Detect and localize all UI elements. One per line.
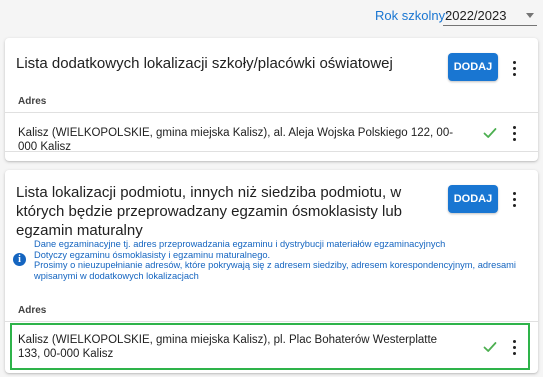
check-icon [483, 342, 497, 352]
column-header-address: Adres [18, 305, 47, 316]
more-vert-icon[interactable] [507, 123, 523, 143]
card-title: Lista dodatkowych lokalizacji szkoły/pla… [16, 55, 393, 72]
exam-locations-card: Lista lokalizacji podmiotu, innych niż s… [5, 170, 538, 373]
info-text: wpisanymi w dodatkowych lokalizacjach [34, 270, 199, 281]
school-year-value: 2022/2023 [445, 8, 507, 23]
address-cell: Kalisz (WIELKOPOLSKIE, gmina miejska Kal… [18, 334, 438, 360]
more-vert-icon[interactable] [507, 58, 523, 78]
divider [5, 151, 538, 152]
check-icon [483, 128, 497, 138]
school-year-select[interactable]: 2022/2023 [443, 4, 537, 26]
info-icon: i [13, 253, 26, 266]
add-exam-location-button[interactable]: DODAJ [448, 185, 498, 213]
card-title: Lista lokalizacji podmiotu, innych niż s… [16, 184, 403, 239]
chevron-down-icon [526, 13, 534, 18]
more-vert-icon[interactable] [507, 189, 523, 209]
school-year-label: Rok szkolny: [375, 8, 449, 23]
info-text: Prosimy o nieuzupełnianie adresów, które… [34, 260, 516, 270]
info-notice: i Dane egzaminacyjne tj. adres przeprowa… [10, 236, 530, 288]
info-text: Dane egzaminacyjne tj. adres przeprowadz… [34, 239, 446, 249]
additional-locations-card: Lista dodatkowych lokalizacji szkoły/pla… [5, 38, 538, 161]
column-header-address: Adres [18, 96, 47, 107]
toolbar: Rok szkolny: 2022/2023 [0, 0, 543, 30]
add-location-button[interactable]: DODAJ [448, 53, 498, 81]
info-text: Dotyczy egzaminu ósmoklasisty i egzaminu… [34, 249, 271, 260]
divider [5, 321, 538, 322]
table-row[interactable]: Kalisz (WIELKOPOLSKIE, gmina miejska Kal… [10, 323, 530, 370]
address-cell: Kalisz (WIELKOPOLSKIE, gmina miejska Kal… [18, 127, 454, 153]
more-vert-icon[interactable] [507, 337, 523, 357]
table-row[interactable]: Kalisz (WIELKOPOLSKIE, gmina miejska Kal… [5, 113, 538, 153]
